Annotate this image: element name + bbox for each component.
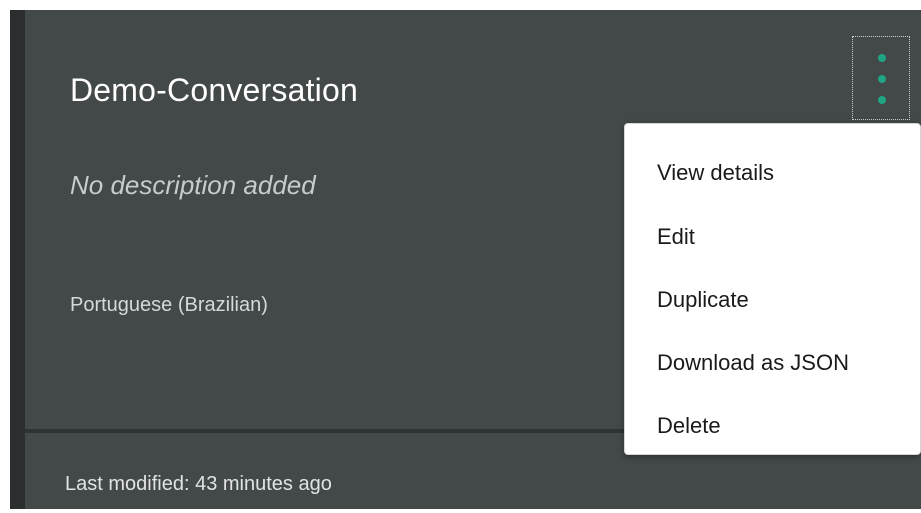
menu-item-delete[interactable]: Delete [657, 413, 721, 439]
card-title: Demo-Conversation [70, 72, 358, 108]
kebab-vertical-icon [878, 54, 886, 104]
menu-item-view-details[interactable]: View details [657, 160, 774, 186]
menu-item-edit[interactable]: Edit [657, 224, 695, 250]
workspace-card-frame: Demo-Conversation No description added P… [0, 0, 921, 509]
overflow-menu: View details Edit Duplicate Download as … [624, 123, 921, 455]
card-description: No description added [70, 170, 316, 200]
menu-item-download-json[interactable]: Download as JSON [657, 350, 849, 376]
card-language: Portuguese (Brazilian) [70, 294, 268, 316]
menu-item-duplicate[interactable]: Duplicate [657, 287, 749, 313]
overflow-menu-button[interactable] [852, 36, 910, 120]
last-modified-text: Last modified: 43 minutes ago [65, 473, 332, 495]
